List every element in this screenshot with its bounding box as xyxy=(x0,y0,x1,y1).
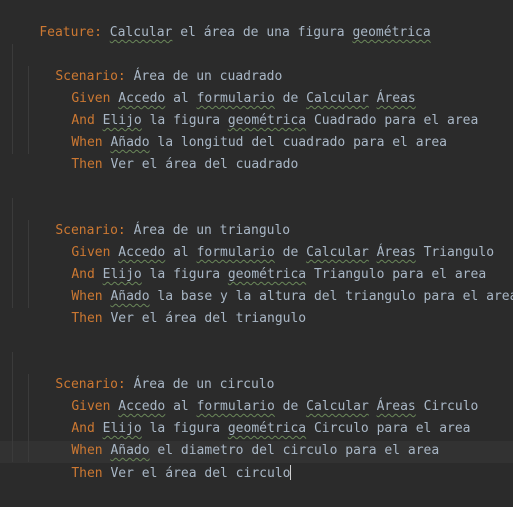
step-keyword: Then xyxy=(71,157,103,172)
code-editor[interactable]: Feature: Calcular el área de una figura … xyxy=(0,0,513,481)
feature-word: área xyxy=(203,25,236,40)
feature-keyword: Feature: xyxy=(39,25,102,40)
step-text: Ver el área del cuadrado xyxy=(110,157,299,172)
scenario-line[interactable]: Scenario: Área de un cuadrado xyxy=(24,44,282,84)
step-text: Ver el área del circulo xyxy=(110,466,291,481)
feature-line[interactable]: Feature: Calcular el área de una figura … xyxy=(8,0,430,40)
step-text: Ver el área del triangulo xyxy=(110,311,307,326)
feature-word: figura xyxy=(297,25,345,40)
feature-word: Calcular xyxy=(109,25,173,40)
step-line[interactable]: Given Accedo al formulario de Calcular Á… xyxy=(40,220,494,260)
step-line[interactable]: When Añado la base y la altura del trian… xyxy=(40,264,513,304)
feature-word: de xyxy=(242,25,259,40)
step-line[interactable]: Then Ver el área del cuadrado xyxy=(40,132,298,172)
scenario-line[interactable]: Scenario: Área de un triangulo xyxy=(24,198,290,238)
step-line[interactable]: And Elijo la figura geométrica Cuadrado … xyxy=(40,88,478,128)
feature-word: una xyxy=(266,25,290,40)
step-keyword: Then xyxy=(71,311,103,326)
feature-word: el xyxy=(180,25,196,40)
text-caret xyxy=(290,465,292,480)
step-line[interactable]: And Elijo la figura geométrica Circulo p… xyxy=(40,396,470,436)
step-line[interactable]: When Añado la longitud del cuadrado para… xyxy=(40,110,447,150)
step-line[interactable]: Given Accedo al formulario de Calcular Á… xyxy=(40,66,415,106)
step-line[interactable]: Then Ver el área del circulo xyxy=(40,441,292,481)
step-line[interactable]: And Elijo la figura geométrica Triangulo… xyxy=(40,242,486,282)
step-line[interactable]: Then Ver el área del triangulo xyxy=(40,286,306,326)
feature-word: geométrica xyxy=(352,25,431,40)
step-line[interactable]: Given Accedo al formulario de Calcular Á… xyxy=(40,374,478,414)
indent-guide xyxy=(12,352,13,462)
step-keyword: Then xyxy=(71,466,103,481)
indent-guide xyxy=(12,198,13,308)
step-line[interactable]: When Añado el diametro del circulo para … xyxy=(40,418,439,458)
scenario-line[interactable]: Scenario: Área de un circulo xyxy=(24,352,274,392)
